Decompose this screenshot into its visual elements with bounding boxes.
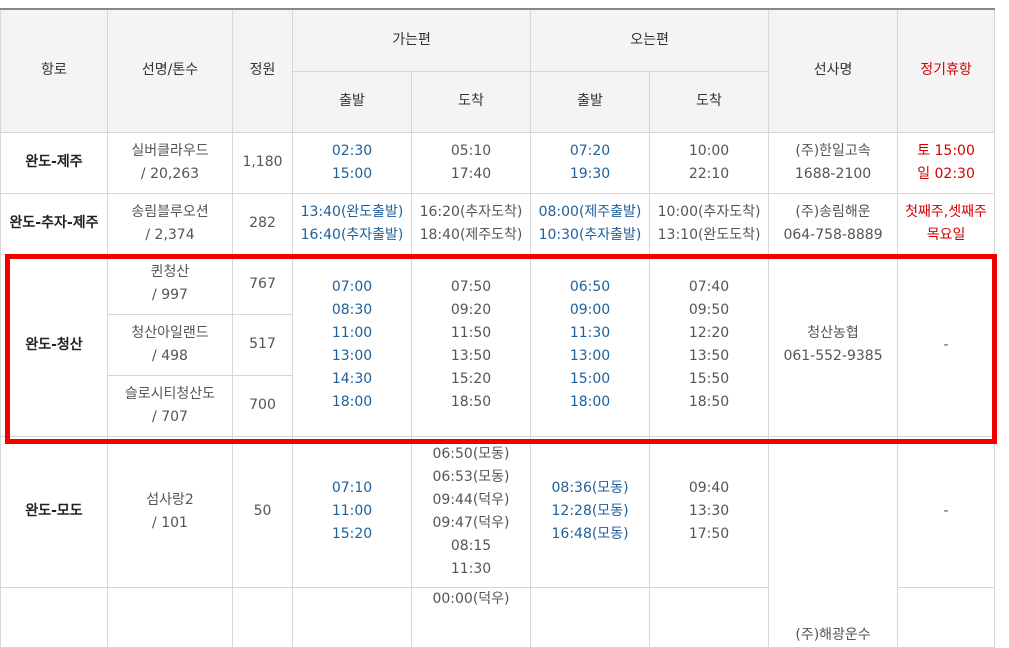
capacity-cell: 700 [232,374,293,437]
route-cell: 완도-청산 [0,253,108,437]
header-in-depart: 출발 [530,70,651,133]
ship-cell: 송림블루오션 / 2,374 [107,192,233,255]
route-cell: 완도-제주 [0,131,108,194]
in-depart-cell: 08:36(모동) 12:28(모동) 16:48(모동) [530,435,651,588]
in-arrive-cell: 10:00(추자도착) 13:10(완도도착) [649,192,770,255]
in-arrive-cell: 10:00 22:10 [649,131,770,194]
out-arrive-cell: 07:50 09:20 11:50 13:50 15:20 18:50 [410,253,532,437]
ship-cell: 퀸청산 / 997 [107,253,233,315]
in-arrive-cell: 09:40 13:30 17:50 [649,435,770,588]
out-depart-cell: 07:00 08:30 11:00 13:00 14:30 18:00 [292,253,412,437]
company-cell: (주)송림해운 064-758-8889 [768,192,899,255]
ship-cell: 슬로시티청산도 / 707 [107,374,233,437]
ship-cell: 청산아일랜드 / 498 [107,313,233,376]
capacity-cell: 1,180 [232,131,293,194]
header-capacity: 정원 [232,8,293,133]
header-closed: 정기휴항 [897,8,996,133]
header-company: 선사명 [768,8,899,133]
closed-cell: - [897,253,996,437]
table-row: 완도-청산 퀸청산 / 997 767 07:00 08:30 11:00 13… [0,253,996,437]
closed-cell: 토 15:00 일 02:30 [897,131,996,194]
ship-cell: 실버클라우드 / 20,263 [107,131,233,194]
in-arrive-cell: 07:40 09:50 12:20 13:50 15:50 18:50 [649,253,770,437]
header-in-arrive: 도착 [649,70,770,133]
in-depart-cell: 07:20 19:30 [530,131,651,194]
header-inbound: 오는편 [530,8,770,72]
table-row: 완도-추자-제주 송림블루오션 / 2,374 282 13:40(완도출발) … [0,192,996,255]
ship-cell: 섬사랑2 / 101 [107,435,233,588]
table-row: 완도-제주 실버클라우드 / 20,263 1,180 02:30 15:00 … [0,131,996,194]
in-depart-cell: 06:50 09:00 11:30 13:00 15:00 18:00 [530,253,651,437]
capacity-cell: 517 [232,313,293,376]
out-arrive-cell: 00:00(덕우) [410,586,532,648]
ferry-schedule-table: 항로 선명/톤수 정원 가는편 오는편 선사명 정기휴항 출발 도착 출발 도착… [0,8,996,648]
in-depart-cell: 08:00(제주출발) 10:30(추자출발) [530,192,651,255]
company-cell: 청산농협 061-552-9385 [768,253,899,437]
out-arrive-cell: 05:10 17:40 [410,131,532,194]
closed-cell: 첫째주,셋째주 목요일 [897,192,996,255]
header-out-arrive: 도착 [410,70,532,133]
out-depart-cell: 07:10 11:00 15:20 [292,435,412,588]
header-out-depart: 출발 [292,70,412,133]
out-depart-cell: 02:30 15:00 [292,131,412,194]
header-route: 항로 [0,8,108,133]
header-ship: 선명/톤수 [107,8,233,133]
closed-cell: - [897,435,996,588]
out-arrive-cell: 06:50(모동) 06:53(모동) 09:44(덕우) 09:47(덕우) … [410,435,532,588]
company-cell: (주)해광운수 [768,435,899,648]
out-depart-cell: 13:40(완도출발) 16:40(추자출발) [292,192,412,255]
company-cell: (주)한일고속 1688-2100 [768,131,899,194]
capacity-cell: 50 [232,435,293,588]
header-outbound: 가는편 [291,8,532,72]
capacity-cell: 282 [232,192,293,255]
table-row: 완도-모도 섬사랑2 / 101 50 07:10 11:00 15:20 06… [0,435,996,648]
capacity-cell: 767 [232,253,293,315]
route-cell: 완도-추자-제주 [0,192,108,255]
route-cell: 완도-모도 [0,435,108,588]
out-arrive-cell: 16:20(추자도착) 18:40(제주도착) [410,192,532,255]
